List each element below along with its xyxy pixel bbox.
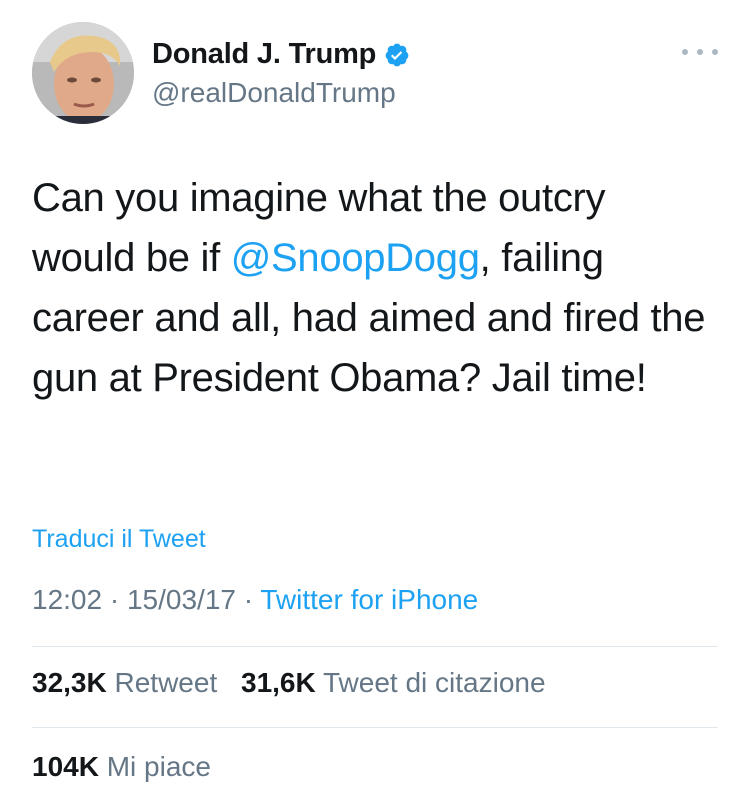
meta-separator: · (243, 584, 254, 615)
dot-icon (712, 49, 718, 55)
tweet-time[interactable]: 12:02 (32, 584, 102, 615)
avatar[interactable] (32, 22, 134, 124)
retweets-count: 32,3K (32, 667, 107, 698)
quote-tweets-stat[interactable]: 31,6K Tweet di citazione (241, 667, 546, 699)
divider (32, 727, 718, 728)
tweet-card: Donald J. Trump @realDonaldTrump Can you… (0, 0, 750, 802)
avatar-image (32, 22, 134, 124)
quote-tweets-count: 31,6K (241, 667, 316, 698)
likes-stat[interactable]: 104K Mi piace (32, 751, 211, 783)
user-handle[interactable]: @realDonaldTrump (152, 77, 396, 109)
translate-tweet-link[interactable]: Traduci il Tweet (32, 525, 206, 554)
retweets-label: Retweet (114, 667, 218, 698)
tweet-metadata: 12:02 · 15/03/17 · Twitter for iPhone (32, 584, 478, 616)
tweet-source-link[interactable]: Twitter for iPhone (260, 584, 478, 615)
dot-icon (697, 49, 703, 55)
mention-link[interactable]: @SnoopDogg (231, 236, 480, 280)
author-name-row: Donald J. Trump (152, 38, 410, 71)
meta-separator: · (109, 584, 120, 615)
tweet-text: Can you imagine what the outcry would be… (32, 168, 712, 408)
engagement-stats-row: 32,3K Retweet 31,6K Tweet di citazione (32, 667, 546, 699)
display-name[interactable]: Donald J. Trump (152, 38, 376, 71)
verified-badge-icon (384, 42, 410, 68)
dot-icon (682, 49, 688, 55)
likes-stats-row: 104K Mi piace (32, 751, 211, 783)
likes-label: Mi piace (106, 751, 211, 782)
retweets-stat[interactable]: 32,3K Retweet (32, 667, 217, 699)
quote-tweets-label: Tweet di citazione (323, 667, 546, 698)
divider (32, 646, 718, 647)
likes-count: 104K (32, 751, 99, 782)
more-options-icon[interactable] (682, 46, 718, 58)
tweet-date[interactable]: 15/03/17 (127, 584, 236, 615)
